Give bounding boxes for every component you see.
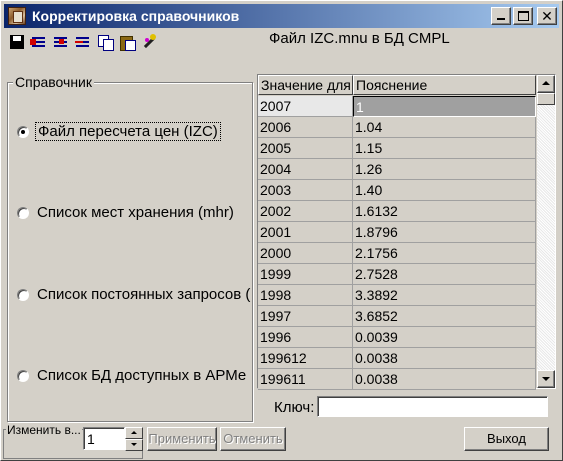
scroll-down-icon[interactable] [537, 370, 555, 388]
save-icon[interactable] [9, 34, 25, 50]
cell-description[interactable]: 1.40 [353, 180, 536, 201]
reference-groupbox-title: Справочник [13, 74, 94, 90]
radio-button[interactable] [17, 370, 29, 382]
file-caption: Файл IZC.mnu в БД CMPL [269, 30, 450, 47]
table-row[interactable]: 1998 3.3892 [258, 285, 536, 306]
cell-description[interactable]: 2.7528 [353, 264, 536, 285]
radio-option-databases[interactable]: Список БД доступных в АРМе К [17, 365, 251, 387]
table-row[interactable]: 1999 2.7528 [258, 264, 536, 285]
radio-button[interactable] [17, 289, 29, 301]
radio-label: Список БД доступных в АРМе К [37, 367, 251, 384]
insert-row-after-icon[interactable] [53, 34, 69, 50]
table-row[interactable]: 2003 1.40 [258, 180, 536, 201]
cell-description[interactable]: 2.1756 [353, 243, 536, 264]
cell-description[interactable]: 1.15 [353, 138, 536, 159]
cell-value-key[interactable]: 2002 [258, 201, 353, 222]
key-label: Ключ: [274, 399, 315, 416]
paste-icon[interactable] [119, 34, 136, 51]
column-header-value[interactable]: Значение для [258, 75, 353, 95]
spin-down-icon[interactable] [125, 439, 143, 451]
cell-value-key[interactable]: 2005 [258, 138, 353, 159]
radio-label: Список мест хранения (mhr) [37, 204, 234, 221]
cell-description[interactable]: 1.04 [353, 117, 536, 138]
table-row[interactable]: 2007 1 [258, 96, 536, 117]
change-count-input[interactable] [83, 427, 125, 450]
minimize-button[interactable] [491, 7, 511, 25]
cell-value-key[interactable]: 2007 [258, 96, 353, 117]
cell-description[interactable]: 1.8796 [353, 222, 536, 243]
cell-description[interactable]: 3.6852 [353, 306, 536, 327]
table-row[interactable]: 199612 0.0038 [258, 348, 536, 369]
cell-value-key[interactable]: 1996 [258, 327, 353, 348]
title-bar[interactable]: Корректировка справочников [4, 4, 559, 28]
delete-row-icon[interactable] [75, 34, 91, 50]
table-row[interactable]: 199611 0.0038 [258, 369, 536, 390]
cell-description[interactable]: 1.26 [353, 159, 536, 180]
toolbar [9, 34, 169, 52]
close-button[interactable]: ✕ [537, 7, 557, 25]
table-row[interactable]: 2005 1.15 [258, 138, 536, 159]
table-row[interactable]: 2000 2.1756 [258, 243, 536, 264]
cell-value-key[interactable]: 1998 [258, 285, 353, 306]
cell-description[interactable]: 0.0039 [353, 327, 536, 348]
cell-description[interactable]: 1.6132 [353, 201, 536, 222]
cell-value-key[interactable]: 2000 [258, 243, 353, 264]
cell-description[interactable]: 0.0038 [353, 348, 536, 369]
column-header-description[interactable]: Пояснение [353, 75, 536, 95]
table-row[interactable]: 1996 0.0039 [258, 327, 536, 348]
radio-option-queries[interactable]: Список постоянных запросов (i [17, 284, 251, 306]
grid-header: Значение для Пояснение [258, 75, 536, 95]
maximize-icon [518, 11, 529, 21]
wand-icon[interactable] [141, 34, 157, 50]
cell-value-key[interactable]: 1997 [258, 306, 353, 327]
table-row[interactable]: 2001 1.8796 [258, 222, 536, 243]
cell-description[interactable]: 3.3892 [353, 285, 536, 306]
cell-value-key[interactable]: 2001 [258, 222, 353, 243]
apply-button[interactable]: Применить [147, 427, 217, 451]
cancel-button[interactable]: Отменить [220, 427, 286, 451]
exit-button[interactable]: Выход [464, 427, 549, 451]
radio-option-izc[interactable]: Файл пересчета цен (IZC) [17, 121, 251, 143]
key-input[interactable] [317, 396, 548, 417]
spin-up-icon[interactable] [125, 427, 143, 439]
scroll-up-icon[interactable] [537, 75, 555, 93]
cell-value-key[interactable]: 2003 [258, 180, 353, 201]
cell-value-key[interactable]: 199612 [258, 348, 353, 369]
minimize-icon [497, 18, 505, 20]
table-row[interactable]: 2006 1.04 [258, 117, 536, 138]
radio-button[interactable] [17, 126, 29, 138]
cell-value-key[interactable]: 2004 [258, 159, 353, 180]
radio-button[interactable] [17, 207, 29, 219]
cell-value-key[interactable]: 199611 [258, 369, 353, 390]
copy-icon[interactable] [97, 34, 114, 51]
table-row[interactable]: 2004 1.26 [258, 159, 536, 180]
radio-label: Список постоянных запросов (i [37, 286, 251, 303]
insert-row-icon[interactable] [30, 34, 47, 50]
radio-label: Файл пересчета цен (IZC) [35, 122, 221, 141]
app-icon[interactable] [8, 7, 26, 25]
table-row[interactable]: 1997 3.6852 [258, 306, 536, 327]
scroll-thumb[interactable] [537, 93, 555, 105]
maximize-button[interactable] [513, 7, 533, 25]
grid-vertical-scrollbar[interactable] [537, 75, 555, 388]
cell-description[interactable]: 0.0038 [353, 369, 536, 390]
table-row[interactable]: 2002 1.6132 [258, 201, 536, 222]
cell-description[interactable]: 1 [353, 96, 536, 117]
window-title: Корректировка справочников [32, 8, 240, 24]
cell-value-key[interactable]: 1999 [258, 264, 353, 285]
close-icon: ✕ [541, 8, 553, 24]
radio-option-mhr[interactable]: Список мест хранения (mhr) [17, 202, 251, 224]
main-window: Корректировка справочников ✕ Файл IZC.mn… [0, 0, 563, 461]
cell-value-key[interactable]: 2006 [258, 117, 353, 138]
change-groupbox-title: Изменить в... [6, 423, 82, 437]
